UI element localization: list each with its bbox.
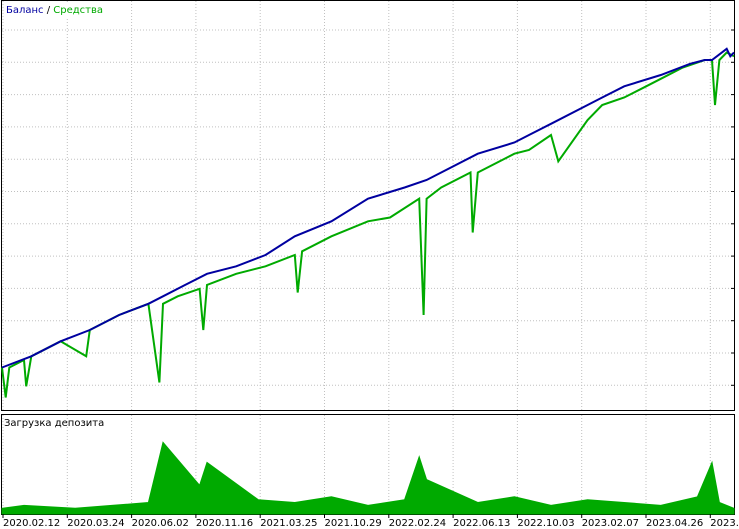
x-tick-label: 2020.11.16 (196, 518, 253, 529)
x-tick-label: 2023.02.07 (582, 518, 639, 529)
legend: Баланс / Средства (4, 4, 106, 17)
x-tick-label: 2022.10.03 (517, 518, 574, 529)
x-tick-label: 2021.03.25 (260, 518, 317, 529)
x-tick-label: 2022.06.13 (453, 518, 510, 529)
x-tick-label: 2020.02.12 (3, 518, 60, 529)
deposit-load-title: Загрузка депозита (4, 418, 105, 429)
x-tick-label: 2022.02.24 (389, 518, 446, 529)
equity-chart: 2020.02.12 2020.03.24 2020.06.02 2020.11.16… (1, 0, 739, 529)
x-tick-label: 2023.04.26 (646, 518, 703, 529)
legend-balance: Баланс (6, 5, 44, 16)
x-tick-label: 2020.03.24 (67, 518, 124, 529)
legend-equity: Средства (53, 5, 104, 16)
equity-series (1, 51, 735, 398)
x-tick-label: 2020.06.02 (132, 518, 189, 529)
x-tick-label: 2023.0 (710, 518, 739, 529)
x-tick-label: 2021.10.29 (325, 518, 382, 529)
deposit-load-series (1, 441, 735, 515)
deposit-load-area (1, 441, 735, 515)
legend-separator: / (43, 5, 54, 16)
y-axis (731, 29, 734, 386)
grid (2, 1, 734, 514)
load-panel-frame (1, 414, 735, 515)
x-axis: 2020.02.12 2020.03.24 2020.06.02 2020.11.16… (2, 514, 739, 529)
